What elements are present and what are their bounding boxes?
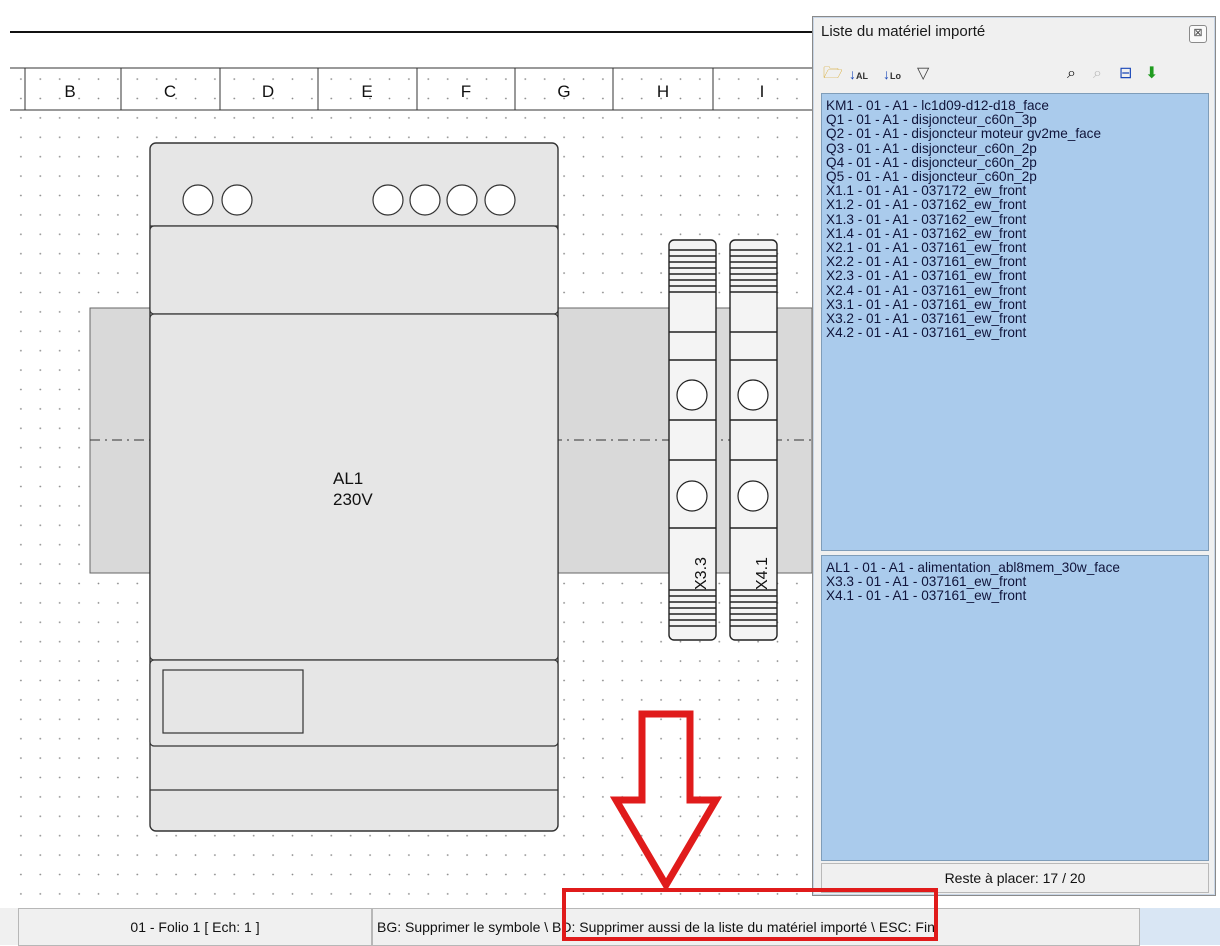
column-label-f: F	[461, 82, 471, 101]
unplaced-items-list[interactable]: KM1 - 01 - A1 - lc1d09-d12-d18_face Q1 - …	[821, 93, 1209, 551]
module-terminal-circle	[446, 184, 478, 216]
list-item[interactable]: Q2 - 01 - A1 - disjoncteur moteur gv2me_…	[822, 127, 1208, 141]
column-label-g: G	[557, 82, 570, 101]
status-right-panel	[1140, 908, 1220, 945]
terminal-label-x3-3: X3.3	[693, 557, 710, 590]
module-display-window	[162, 669, 304, 734]
sort-location-icon[interactable]: ↓Lo	[883, 63, 901, 85]
find-icon[interactable]: ⌕	[1067, 63, 1076, 85]
filter-icon[interactable]: ▽	[917, 63, 929, 85]
column-label-b: B	[64, 82, 75, 101]
list-item[interactable]: X1.1 - 01 - A1 - 037172_ew_front	[822, 184, 1208, 198]
list-item[interactable]: Q4 - 01 - A1 - disjoncteur_c60n_2p	[822, 155, 1208, 170]
list-item[interactable]: X2.1 - 01 - A1 - 037161_ew_front	[822, 240, 1208, 255]
module-label-name: AL1	[333, 469, 363, 488]
list-item[interactable]: AL1 - 01 - A1 - alimentation_abl8mem_30w…	[822, 560, 1208, 575]
placed-items-list[interactable]: AL1 - 01 - A1 - alimentation_abl8mem_30w…	[821, 555, 1209, 861]
folder-open-icon[interactable]: 🗁	[823, 63, 843, 85]
place-icon[interactable]: ⬇	[1145, 63, 1158, 85]
palette-title: Liste du matériel importé	[821, 23, 986, 40]
module-label-voltage: 230V	[333, 490, 373, 509]
terminal-block-x4-1[interactable]: X4.1	[729, 239, 778, 641]
list-item[interactable]: X2.4 - 01 - A1 - 037161_ew_front	[822, 283, 1208, 298]
list-item[interactable]: X1.4 - 01 - A1 - 037162_ew_front	[822, 226, 1208, 241]
module-terminal-circle	[182, 184, 214, 216]
list-item[interactable]: X3.1 - 01 - A1 - 037161_ew_front	[822, 297, 1208, 312]
column-label-h: H	[657, 82, 669, 101]
column-label-e: E	[361, 82, 372, 101]
list-item[interactable]: Q3 - 01 - A1 - disjoncteur_c60n_2p	[822, 141, 1208, 156]
imported-material-palette: Liste du matériel importé ⊠ 🗁 ↓AL ↓Lo ▽ …	[812, 16, 1216, 896]
list-item[interactable]: X2.2 - 01 - A1 - 037161_ew_front	[822, 255, 1208, 269]
column-label-d: D	[262, 82, 274, 101]
sort-alpha-icon[interactable]: ↓AL	[849, 63, 868, 85]
module-terminal-circle	[372, 184, 404, 216]
list-item[interactable]: Q5 - 01 - A1 - disjoncteur_c60n_2p	[822, 169, 1208, 184]
list-item[interactable]: KM1 - 01 - A1 - lc1d09-d12-d18_face	[822, 98, 1208, 113]
module-terminal-circle	[484, 184, 516, 216]
column-label-c: C	[164, 82, 176, 101]
list-item[interactable]: X1.3 - 01 - A1 - 037162_ew_front	[822, 212, 1208, 227]
find-next-icon[interactable]: ⌕	[1093, 63, 1102, 85]
list-item[interactable]: X2.3 - 01 - A1 - 037161_ew_front	[822, 269, 1208, 283]
list-item[interactable]: X3.2 - 01 - A1 - 037161_ew_front	[822, 311, 1208, 326]
panel-icon[interactable]: ⊟	[1119, 63, 1132, 85]
list-item[interactable]: X4.1 - 01 - A1 - 037161_ew_front	[822, 589, 1208, 603]
list-item[interactable]: Q1 - 01 - A1 - disjoncteur_c60n_3p	[822, 113, 1208, 127]
module-terminal-circle	[409, 184, 441, 216]
status-folio: 01 - Folio 1 [ Ech: 1 ]	[18, 908, 372, 946]
list-item[interactable]: X1.2 - 01 - A1 - 037162_ew_front	[822, 198, 1208, 212]
list-item[interactable]: X3.3 - 01 - A1 - 037161_ew_front	[822, 575, 1208, 589]
palette-toolbar: 🗁 ↓AL ↓Lo ▽ ⌕ ⌕ ⊟ ⬇	[821, 61, 1207, 89]
close-icon[interactable]: ⊠	[1189, 25, 1207, 43]
terminal-label-x4-1: X4.1	[754, 557, 771, 590]
terminal-block-x3-3[interactable]: X3.3	[668, 239, 717, 641]
column-label-i: I	[760, 82, 765, 101]
power-supply-module[interactable]: AL1 230V	[149, 142, 559, 832]
module-terminal-circle	[221, 184, 253, 216]
annotation-highlight-box	[562, 888, 938, 941]
list-item[interactable]: X4.2 - 01 - A1 - 037161_ew_front	[822, 326, 1208, 340]
